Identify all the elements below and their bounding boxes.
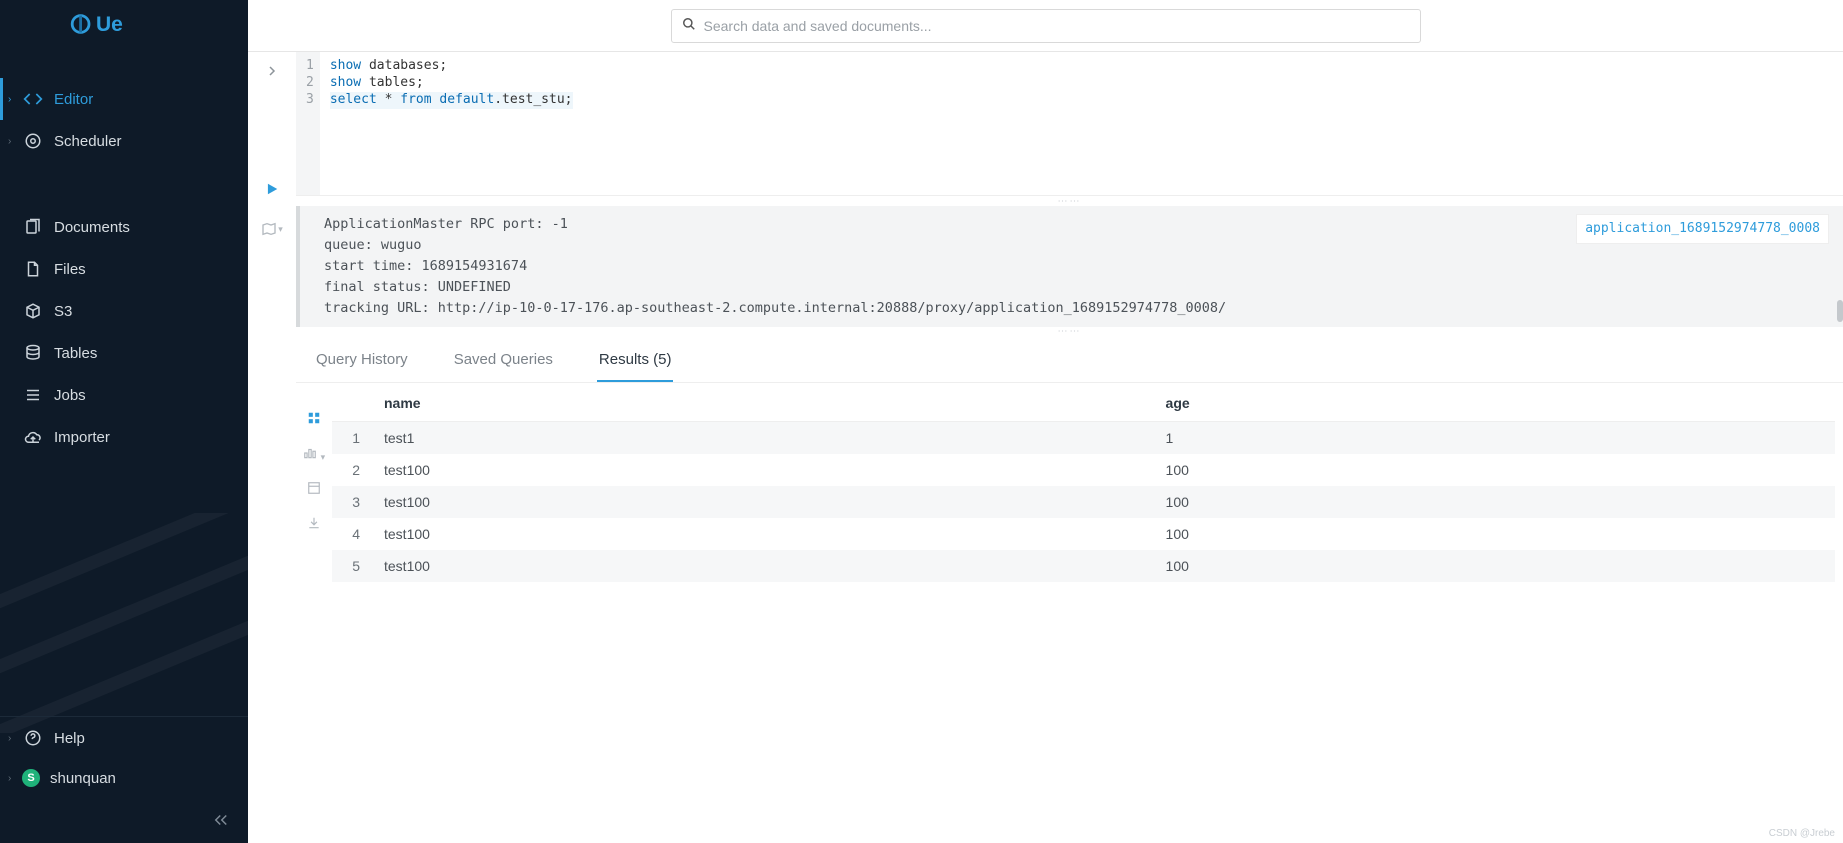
sidebar-item-s3[interactable]: S3: [0, 290, 248, 332]
code-editor[interactable]: 123 show databases;show tables;select * …: [296, 52, 1843, 196]
scrollbar-thumb[interactable]: [1837, 300, 1843, 322]
columns-button[interactable]: [307, 481, 321, 498]
cell-index: 3: [332, 486, 372, 518]
tab-results[interactable]: Results (5): [597, 341, 674, 382]
sidebar-item-label: Scheduler: [54, 133, 122, 150]
sidebar-item-label: S3: [54, 303, 72, 320]
tables-icon: [22, 342, 44, 364]
sidebar-item-label: Documents: [54, 219, 130, 236]
sidebar-item-label: shunquan: [50, 770, 116, 787]
help-icon: [22, 727, 44, 749]
results-gutter: ▾: [296, 383, 332, 843]
sidebar-item-files[interactable]: Files: [0, 248, 248, 290]
search-input[interactable]: [704, 18, 1410, 34]
sidebar-item-label: Help: [54, 730, 85, 747]
cell-name: test100: [372, 550, 1154, 582]
sidebar-item-documents[interactable]: Documents: [0, 206, 248, 248]
sidebar-item-label: Files: [54, 261, 86, 278]
col-age[interactable]: age: [1154, 385, 1835, 422]
cell-name: test100: [372, 486, 1154, 518]
sidebar-item-label: Editor: [54, 91, 93, 108]
chevron-right-icon: ›: [8, 94, 18, 105]
map-layout-button[interactable]: ▾: [261, 218, 283, 240]
run-button[interactable]: [261, 178, 283, 200]
log-panel: application_1689152974778_0008 Applicati…: [296, 206, 1843, 327]
documents-icon: [22, 216, 44, 238]
chevron-right-icon: ›: [8, 733, 18, 744]
results-table: name age 1test112test1001003test1001004t…: [332, 385, 1835, 582]
table-row[interactable]: 2test100100: [332, 454, 1835, 486]
sidebar-item-importer[interactable]: Importer: [0, 416, 248, 458]
table-row[interactable]: 4test100100: [332, 518, 1835, 550]
cell-age: 1: [1154, 421, 1835, 454]
logo[interactable]: Ue: [0, 0, 248, 48]
sidebar-nav-secondary: Documents Files S3 Tables Jobs: [0, 206, 248, 458]
application-link[interactable]: application_1689152974778_0008: [1576, 214, 1829, 244]
chevron-right-icon: ›: [8, 136, 18, 147]
avatar: S: [22, 769, 40, 787]
jobs-icon: [22, 384, 44, 406]
cell-name: test1: [372, 421, 1154, 454]
search-box[interactable]: [671, 9, 1421, 43]
cell-age: 100: [1154, 518, 1835, 550]
code-icon: [22, 88, 44, 110]
watermark: CSDN @Jrebe: [1769, 828, 1835, 839]
topbar: [248, 0, 1843, 52]
sidebar-item-jobs[interactable]: Jobs: [0, 374, 248, 416]
download-button[interactable]: [307, 516, 321, 533]
collapse-sidebar-button[interactable]: [0, 797, 248, 843]
table-header-row: name age: [332, 385, 1835, 422]
sidebar-item-scheduler[interactable]: › Scheduler: [0, 120, 248, 162]
cell-name: test100: [372, 454, 1154, 486]
table-row[interactable]: 1test11: [332, 421, 1835, 454]
code-content[interactable]: show databases;show tables;select * from…: [320, 52, 583, 195]
grid-view-button[interactable]: [307, 411, 321, 428]
table-row[interactable]: 5test100100: [332, 550, 1835, 582]
s3-icon: [22, 300, 44, 322]
col-index[interactable]: [332, 385, 372, 422]
svg-text:Ue: Ue: [96, 13, 123, 36]
files-icon: [22, 258, 44, 280]
target-icon: [22, 130, 44, 152]
sidebar-item-help[interactable]: › Help: [0, 717, 248, 759]
sidebar-item-label: Jobs: [54, 387, 86, 404]
importer-icon: [22, 426, 44, 448]
chart-view-button[interactable]: ▾: [303, 446, 325, 463]
table-row[interactable]: 3test100100: [332, 486, 1835, 518]
log-line: final status: UNDEFINED: [324, 277, 1819, 298]
col-name[interactable]: name: [372, 385, 1154, 422]
drag-handle-icon[interactable]: ⋯⋯: [296, 327, 1843, 337]
editor-gutter: ▾: [248, 52, 296, 843]
main: ▾ 123 show databases;show tables;select …: [248, 0, 1843, 843]
log-line: tracking URL: http://ip-10-0-17-176.ap-s…: [324, 298, 1819, 319]
sidebar-item-tables[interactable]: Tables: [0, 332, 248, 374]
cell-index: 5: [332, 550, 372, 582]
cell-age: 100: [1154, 454, 1835, 486]
sidebar-item-label: Tables: [54, 345, 97, 362]
cell-index: 2: [332, 454, 372, 486]
sidebar-nav-primary: › Editor › Scheduler: [0, 78, 248, 162]
cell-age: 100: [1154, 486, 1835, 518]
result-tabs: Query History Saved Queries Results (5): [296, 337, 1843, 383]
tab-saved-queries[interactable]: Saved Queries: [452, 341, 555, 382]
expand-panel-button[interactable]: [261, 60, 283, 82]
cell-age: 100: [1154, 550, 1835, 582]
line-numbers: 123: [296, 52, 320, 195]
cell-index: 1: [332, 421, 372, 454]
sidebar-item-editor[interactable]: › Editor: [0, 78, 248, 120]
chevron-right-icon: ›: [8, 773, 18, 784]
sidebar-bottom: › Help › S shunquan: [0, 716, 248, 843]
search-icon: [682, 17, 696, 34]
tab-query-history[interactable]: Query History: [314, 341, 410, 382]
cell-name: test100: [372, 518, 1154, 550]
sidebar-item-user[interactable]: › S shunquan: [0, 759, 248, 797]
sidebar-item-label: Importer: [54, 429, 110, 446]
drag-handle-icon[interactable]: ⋯⋯: [296, 196, 1843, 206]
log-line: start time: 1689154931674: [324, 256, 1819, 277]
cell-index: 4: [332, 518, 372, 550]
sidebar: Ue › Editor › Scheduler Documents: [0, 0, 248, 843]
